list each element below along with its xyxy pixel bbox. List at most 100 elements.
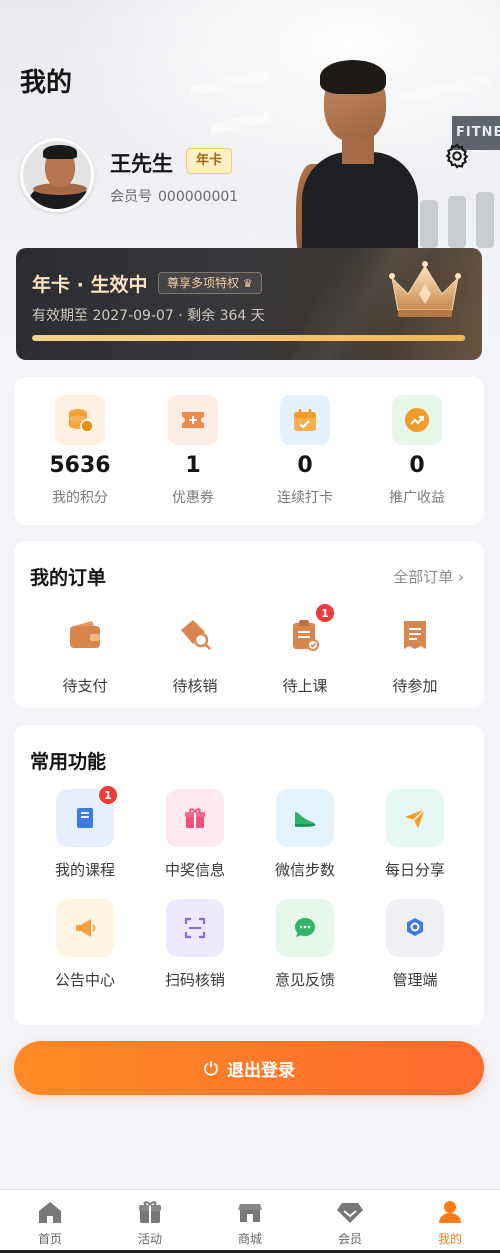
calendar-check-icon xyxy=(280,395,330,445)
tab-label: 我的 xyxy=(437,1232,462,1246)
tab-activity[interactable]: 活动 xyxy=(100,1196,200,1247)
func-label: 微信步数 xyxy=(274,861,335,879)
stats-panel: 5636 我的积分 1 优惠券 0 连续打卡 0 推广收益 xyxy=(14,377,484,525)
func-my-courses[interactable]: 1 我的课程 xyxy=(30,785,140,880)
gift-box-icon xyxy=(100,1196,200,1228)
func-prize-info[interactable]: 中奖信息 xyxy=(140,789,250,880)
athlete-photo xyxy=(296,60,426,274)
orders-title: 我的订单 xyxy=(30,567,107,589)
stat-value: 0 xyxy=(297,453,313,478)
stat-earnings[interactable]: 0 推广收益 xyxy=(362,395,472,507)
crown-icon xyxy=(389,261,461,317)
order-label: 待上课 xyxy=(282,677,328,695)
logout-button[interactable]: 退出登录 xyxy=(14,1041,484,1095)
stat-value: 5636 xyxy=(49,453,111,478)
clipboard-check-icon: 1 xyxy=(285,603,335,655)
tab-label: 会员 xyxy=(337,1232,362,1246)
member-number: 会员号 000000001 xyxy=(110,186,238,206)
power-icon xyxy=(204,1061,218,1076)
functions-title: 常用功能 xyxy=(30,751,107,773)
func-admin[interactable]: 管理端 xyxy=(360,899,470,990)
paper-plane-icon xyxy=(386,789,444,847)
logout-label: 退出登录 xyxy=(227,1060,295,1081)
membership-badge: 年卡 xyxy=(186,148,233,174)
trend-up-icon xyxy=(392,395,442,445)
stat-value: 0 xyxy=(409,453,425,478)
tab-member[interactable]: 会员 xyxy=(300,1196,400,1247)
chat-icon xyxy=(276,899,334,957)
functions-panel: 常用功能 1 我的课程 中奖信息 微信步数 每日分享 公告中心 扫码核销 意见反… xyxy=(14,725,484,1025)
user-name: 王先生 xyxy=(110,152,173,176)
crown-small-icon: ♛ xyxy=(242,277,253,290)
order-label: 待参加 xyxy=(392,677,438,695)
chevron-right-icon: › xyxy=(458,568,464,586)
func-feedback[interactable]: 意见反馈 xyxy=(250,899,360,990)
membership-expiry: 有效期至 2027-09-07 · 剩余 364 天 xyxy=(32,308,265,324)
tab-label: 活动 xyxy=(137,1232,162,1246)
func-announcements[interactable]: 公告中心 xyxy=(30,899,140,990)
admin-gear-icon xyxy=(386,899,444,957)
coins-icon xyxy=(55,395,105,445)
func-label: 管理端 xyxy=(392,971,438,989)
order-pending-attend[interactable]: 待参加 xyxy=(360,615,470,696)
membership-progress-bar xyxy=(32,335,466,341)
stat-label: 推广收益 xyxy=(389,490,445,506)
stat-label: 我的积分 xyxy=(52,490,108,506)
megaphone-icon xyxy=(56,899,114,957)
shoe-icon xyxy=(276,789,334,847)
home-icon xyxy=(0,1196,100,1228)
tab-label: 首页 xyxy=(37,1232,62,1246)
tab-store[interactable]: 商城 xyxy=(200,1196,300,1247)
user-icon xyxy=(400,1196,500,1228)
settings-button[interactable] xyxy=(442,141,472,171)
stat-points[interactable]: 5636 我的积分 xyxy=(25,395,135,507)
tab-mine[interactable]: 我的 xyxy=(400,1196,500,1247)
order-pending-verify[interactable]: 待核销 xyxy=(140,615,250,696)
book-icon: 1 xyxy=(56,785,118,847)
orders-panel: 我的订单 全部订单 › 待支付 待核销 1 待上课 待参加 xyxy=(14,541,484,708)
gear-icon xyxy=(445,143,469,169)
member-number-label: 会员号 xyxy=(110,189,152,205)
diamond-icon xyxy=(300,1196,400,1228)
gift-icon xyxy=(166,789,224,847)
bottom-tab-bar: 首页 活动 商城 会员 我的 xyxy=(0,1189,500,1253)
privilege-label: 尊享多项特权 xyxy=(167,276,240,290)
func-label: 中奖信息 xyxy=(164,861,225,879)
all-orders-label: 全部订单 xyxy=(393,568,454,586)
func-label: 扫码核销 xyxy=(164,971,225,989)
func-scan-verify[interactable]: 扫码核销 xyxy=(140,899,250,990)
badge-count: 1 xyxy=(98,785,118,805)
stat-coupons[interactable]: 1 优惠券 xyxy=(138,395,248,507)
order-pending-class[interactable]: 1 待上课 xyxy=(250,603,360,696)
func-label: 每日分享 xyxy=(384,861,445,879)
stat-label: 优惠券 xyxy=(172,490,214,506)
func-wechat-steps[interactable]: 微信步数 xyxy=(250,789,360,880)
membership-card[interactable]: 年卡 · 生效中 尊享多项特权 ♛ 有效期至 2027-09-07 · 剩余 3… xyxy=(16,248,482,360)
gym-machine xyxy=(476,192,494,248)
all-orders-link[interactable]: 全部订单 › xyxy=(393,566,464,587)
membership-progress-fill xyxy=(32,335,465,341)
func-label: 意见反馈 xyxy=(274,971,335,989)
coupon-icon xyxy=(168,395,218,445)
member-number-value: 000000001 xyxy=(158,189,239,205)
scan-icon xyxy=(166,899,224,957)
ticket-search-icon xyxy=(175,615,215,655)
gym-machine xyxy=(448,196,466,248)
page-title: 我的 xyxy=(20,68,73,98)
wallet-icon xyxy=(65,615,105,655)
privilege-tag[interactable]: 尊享多项特权 ♛ xyxy=(158,272,262,294)
badge-count: 1 xyxy=(315,603,335,623)
stat-checkin[interactable]: 0 连续打卡 xyxy=(250,395,360,507)
order-pending-payment[interactable]: 待支付 xyxy=(30,615,140,696)
func-daily-share[interactable]: 每日分享 xyxy=(360,789,470,880)
receipt-icon xyxy=(395,615,435,655)
stat-value: 1 xyxy=(185,453,201,478)
func-label: 我的课程 xyxy=(54,861,115,879)
order-label: 待核销 xyxy=(172,677,218,695)
store-icon xyxy=(200,1196,300,1228)
order-label: 待支付 xyxy=(62,677,108,695)
func-label: 公告中心 xyxy=(54,971,115,989)
tab-home[interactable]: 首页 xyxy=(0,1196,100,1247)
avatar[interactable] xyxy=(20,138,94,212)
membership-status: 年卡 · 生效中 xyxy=(32,274,148,296)
